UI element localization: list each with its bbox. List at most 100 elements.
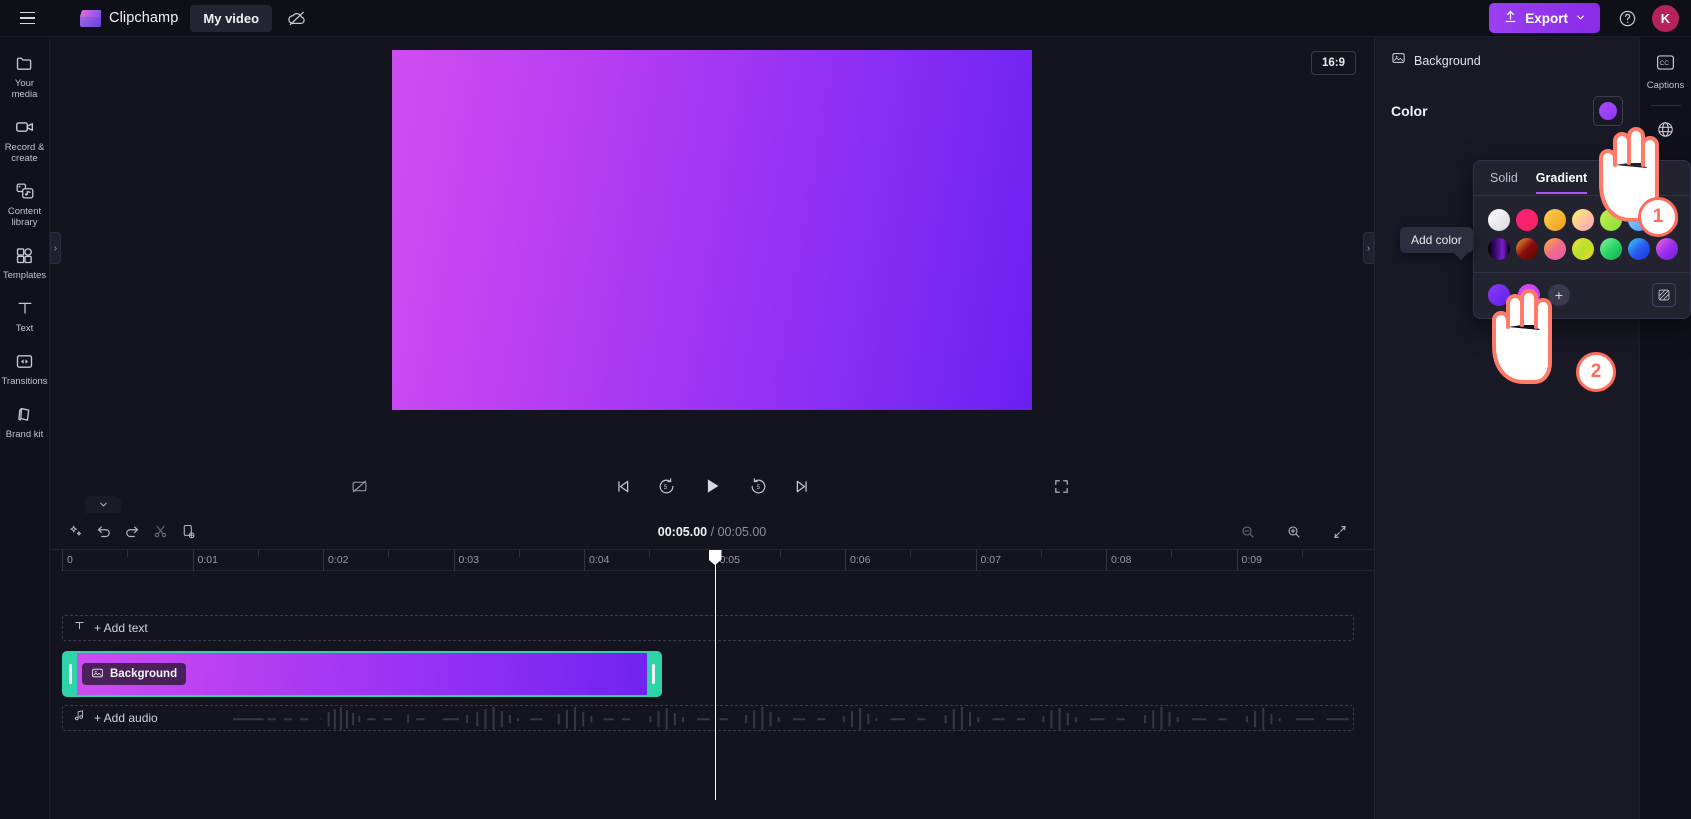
svg-text:5: 5: [663, 484, 667, 491]
timeline-clip-background[interactable]: Background: [62, 651, 662, 697]
preset-color-swatch[interactable]: [1488, 238, 1510, 260]
text-t-icon: [14, 297, 36, 319]
zoom-in-icon[interactable]: [1280, 518, 1308, 546]
timeline-collapse-chevron-icon[interactable]: [85, 496, 121, 513]
clipchamp-app: Clipchamp My video Export K Your media R…: [0, 0, 1691, 819]
ruler-tick-minor: [1040, 550, 1042, 557]
scissors-icon[interactable]: [146, 518, 174, 546]
cloud-off-icon[interactable]: [286, 7, 308, 29]
tab-gradient[interactable]: Gradient: [1535, 171, 1588, 194]
preset-color-swatch[interactable]: [1488, 209, 1510, 231]
step-badge-1: 1: [1638, 197, 1678, 237]
total-time: 00:05.00: [717, 524, 767, 539]
rewind-5-icon[interactable]: 5: [653, 473, 679, 499]
time-separator: /: [710, 524, 715, 539]
sidebar-item-label: Captions: [1646, 80, 1685, 91]
current-time: 00:05.00: [657, 524, 708, 539]
center-column: 16:9 › › 5 5 00:05.00 / 00:05.00 0 0:01 …: [50, 37, 1374, 819]
sidebar-item-translate[interactable]: [1640, 114, 1691, 150]
export-button[interactable]: Export: [1489, 3, 1600, 33]
ruler-tick-minor: [1301, 550, 1303, 557]
preset-color-swatch[interactable]: [1600, 238, 1622, 260]
ruler-tick-minor: [518, 550, 520, 557]
preset-color-swatch[interactable]: [1516, 209, 1538, 231]
avatar[interactable]: K: [1652, 4, 1679, 32]
sidebar-item-record-create[interactable]: Record & create: [0, 109, 50, 170]
help-circle-icon[interactable]: [1614, 5, 1640, 31]
preset-color-swatch[interactable]: [1656, 238, 1678, 260]
playhead[interactable]: [708, 550, 722, 800]
custom-color-swatch[interactable]: [1518, 284, 1540, 306]
preset-color-swatch[interactable]: [1628, 238, 1650, 260]
export-label: Export: [1525, 10, 1568, 26]
fit-to-screen-icon[interactable]: [1326, 518, 1354, 546]
preview-stage: 16:9 › ›: [50, 37, 1374, 459]
brand-kit-icon: [14, 403, 36, 425]
eyedropper-icon[interactable]: [1652, 283, 1676, 307]
preset-color-swatch[interactable]: [1544, 238, 1566, 260]
preset-color-swatch[interactable]: [1572, 209, 1594, 231]
skip-to-start-icon[interactable]: [609, 473, 635, 499]
timeline-zoom-controls: [1234, 518, 1354, 546]
sidebar-item-content-library[interactable]: Content library: [0, 173, 50, 234]
skip-to-end-icon[interactable]: [789, 473, 815, 499]
color-row: Color: [1391, 96, 1623, 126]
background-icon: [1391, 51, 1406, 70]
magic-wand-icon[interactable]: [62, 518, 90, 546]
color-swatch-button[interactable]: [1593, 96, 1623, 126]
playback-controls: 5 5: [50, 459, 1374, 513]
timeline-tracks: + Add text Background + Add audio: [62, 550, 1374, 819]
ruler-tick-minor: [649, 550, 651, 557]
add-audio-track[interactable]: + Add audio: [62, 705, 1354, 731]
current-color-dot: [1599, 102, 1617, 120]
redo-icon[interactable]: [118, 518, 146, 546]
ruler-label: 0:04: [589, 554, 610, 566]
add-color-button[interactable]: +: [1548, 284, 1570, 306]
sidebar-item-brand-kit[interactable]: Brand kit: [0, 396, 50, 446]
undo-icon[interactable]: [90, 518, 118, 546]
zoom-out-icon[interactable]: [1234, 518, 1262, 546]
preset-color-swatch[interactable]: [1572, 238, 1594, 260]
app-body: Your media Record & create Content libra…: [0, 37, 1691, 819]
clip-trim-handle-left[interactable]: [64, 653, 77, 695]
popover-tabs: Solid Gradient: [1474, 161, 1690, 195]
color-label: Color: [1391, 103, 1428, 119]
aspect-ratio-button[interactable]: 16:9: [1310, 51, 1356, 75]
custom-color-swatch[interactable]: [1488, 284, 1510, 306]
preset-color-swatch[interactable]: [1544, 209, 1566, 231]
add-text-track[interactable]: + Add text: [62, 615, 1354, 641]
forward-5-icon[interactable]: 5: [745, 473, 771, 499]
play-button[interactable]: [697, 471, 727, 501]
clip-trim-handle-right[interactable]: [647, 653, 660, 695]
collapse-right-panel-button[interactable]: ›: [1363, 232, 1374, 264]
video-canvas[interactable]: [392, 50, 1032, 410]
duplicate-icon[interactable]: [174, 518, 202, 546]
properties-panel: Background Color: [1374, 37, 1639, 819]
project-name-input[interactable]: My video: [190, 4, 273, 32]
ruler-label: 0:06: [850, 554, 871, 566]
ruler-label: 0:01: [197, 554, 218, 566]
captions-off-icon[interactable]: [346, 473, 372, 499]
sidebar-item-templates[interactable]: Templates: [0, 237, 50, 287]
clip-label: Background: [110, 668, 178, 680]
upload-icon: [1503, 9, 1518, 27]
sidebar-item-transitions[interactable]: Transitions: [0, 343, 50, 393]
ruler-label: 0:08: [1111, 554, 1132, 566]
preset-color-swatch[interactable]: [1600, 209, 1622, 231]
tab-solid[interactable]: Solid: [1490, 171, 1518, 194]
sidebar-item-your-media[interactable]: Your media: [0, 45, 50, 106]
sidebar-item-text[interactable]: Text: [0, 290, 50, 340]
templates-grid-icon: [14, 244, 36, 266]
collapse-left-panel-button[interactable]: ›: [50, 232, 61, 264]
sidebar-item-label: Content library: [7, 206, 42, 228]
brand-name: Clipchamp: [109, 10, 179, 26]
hamburger-icon[interactable]: [12, 5, 42, 31]
ruler-label: 0:07: [980, 554, 1001, 566]
music-note-icon: [73, 709, 86, 727]
cc-icon: CC: [1655, 53, 1676, 77]
timeline-toolbar: 00:05.00 / 00:05.00: [50, 514, 1374, 550]
fullscreen-icon[interactable]: [1048, 473, 1074, 499]
preset-color-swatch[interactable]: [1516, 238, 1538, 260]
custom-swatch-row: +: [1474, 273, 1690, 318]
sidebar-item-captions[interactable]: CC Captions: [1640, 47, 1691, 97]
